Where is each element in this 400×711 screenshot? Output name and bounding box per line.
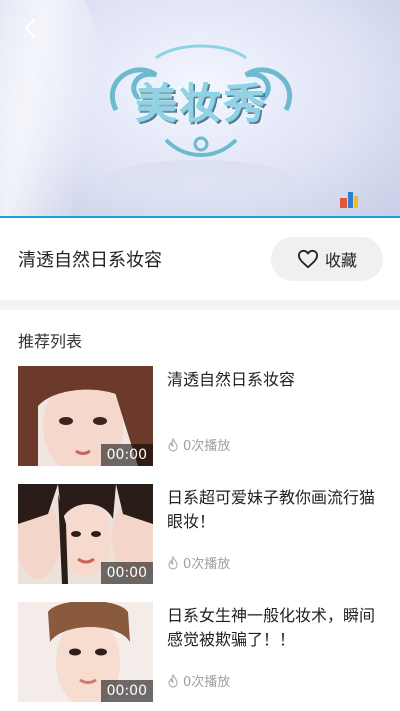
duration-badge: 00:00 xyxy=(100,444,153,466)
recommend-heading: 推荐列表 xyxy=(18,332,83,351)
heart-outline-icon xyxy=(297,249,318,269)
item-info: 日系女生神一般化妆术，瞬间感觉被欺骗了！！ 0次播放 xyxy=(167,602,382,702)
video-thumbnail[interactable]: 00:00 xyxy=(18,366,153,466)
video-player[interactable]: 美妆秀 xyxy=(0,0,400,218)
play-count: 0次播放 xyxy=(167,553,230,572)
video-thumbnail[interactable]: 00:00 xyxy=(18,602,153,702)
play-count: 0次播放 xyxy=(167,435,230,454)
item-title[interactable]: 日系女生神一般化妆术，瞬间感觉被欺骗了！！ xyxy=(167,604,382,652)
favorite-button[interactable]: 收藏 xyxy=(271,237,383,281)
recommend-list: 00:00 清透自然日系妆容 0次播放 00:00 日系超可爱妹子教你画流行猫眼… xyxy=(0,366,400,702)
back-arrow-icon xyxy=(24,18,36,38)
duration-badge: 00:00 xyxy=(100,680,153,702)
list-item[interactable]: 00:00 清透自然日系妆容 0次播放 xyxy=(18,366,382,466)
channel-logo-icon xyxy=(340,192,358,208)
favorite-label: 收藏 xyxy=(324,251,357,270)
section-divider xyxy=(0,300,400,310)
logo-reflection xyxy=(104,160,294,200)
fire-icon xyxy=(168,555,178,570)
video-title: 清透自然日系妆容 xyxy=(18,250,162,271)
video-thumbnail[interactable]: 00:00 xyxy=(18,484,153,584)
fire-icon xyxy=(168,673,178,688)
play-count-text: 0次播放 xyxy=(183,675,231,690)
list-item[interactable]: 00:00 日系超可爱妹子教你画流行猫眼妆！ 0次播放 xyxy=(18,484,382,584)
play-count-text: 0次播放 xyxy=(183,439,231,454)
item-info: 日系超可爱妹子教你画流行猫眼妆！ 0次播放 xyxy=(167,484,382,584)
item-title[interactable]: 日系超可爱妹子教你画流行猫眼妆！ xyxy=(167,486,382,534)
fire-icon xyxy=(168,437,178,452)
video-title-bar: 清透自然日系妆容 收藏 xyxy=(0,218,400,300)
show-logo: 美妆秀 xyxy=(96,40,306,160)
back-button[interactable] xyxy=(20,16,40,40)
show-logo-text: 美妆秀 xyxy=(134,79,267,128)
item-title[interactable]: 清透自然日系妆容 xyxy=(167,368,382,392)
duration-badge: 00:00 xyxy=(100,562,153,584)
player-progress-bar xyxy=(0,216,400,218)
item-info: 清透自然日系妆容 0次播放 xyxy=(167,366,382,466)
play-count: 0次播放 xyxy=(167,671,230,690)
list-item[interactable]: 00:00 日系女生神一般化妆术，瞬间感觉被欺骗了！！ 0次播放 xyxy=(18,602,382,702)
play-count-text: 0次播放 xyxy=(183,557,231,572)
